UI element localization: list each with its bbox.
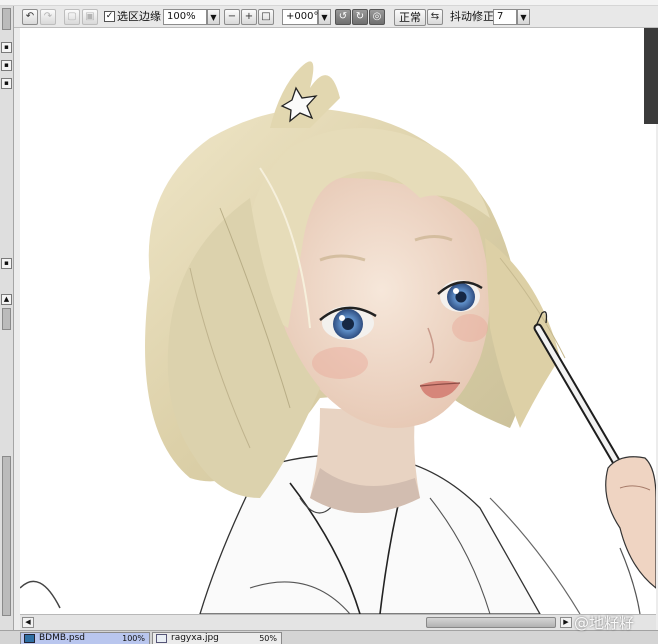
chevron-down-icon[interactable]: ▼: [318, 9, 331, 25]
canvas-artwork: [20, 61, 656, 614]
panel-button[interactable]: ▪: [1, 258, 12, 269]
chevron-down-icon[interactable]: ▼: [517, 9, 530, 25]
undo-icon[interactable]: ↶: [22, 9, 38, 25]
panel-scroll-thumb[interactable]: [2, 308, 11, 330]
tab-filename: ragyxa.jpg: [171, 633, 219, 643]
drawing-canvas[interactable]: [20, 28, 656, 614]
invert-selection-icon[interactable]: ▣: [82, 9, 98, 25]
panel-scroll-thumb[interactable]: [2, 8, 11, 30]
scroll-left-icon[interactable]: ◀: [22, 617, 34, 628]
blend-mode-button[interactable]: 正常: [394, 9, 426, 26]
tab-zoom: 50%: [259, 634, 277, 643]
horizontal-scrollbar[interactable]: ◀ ▶: [20, 614, 656, 630]
chevron-down-icon[interactable]: ▼: [207, 9, 220, 25]
panel-button[interactable]: ▪: [1, 60, 12, 71]
right-panel-edge: [644, 28, 658, 124]
selection-edge-label: 选区边缘: [117, 10, 161, 23]
tab-filename: BDMB.psd: [39, 633, 86, 643]
panel-button[interactable]: ▪: [1, 78, 12, 89]
document-tab-bar: BDMB.psd 100% ragyxa.jpg 50%: [0, 630, 658, 644]
rotation-select[interactable]: +000°: [282, 9, 318, 25]
rotate-left-icon[interactable]: ↺: [335, 9, 351, 25]
zoom-fit-icon[interactable]: □: [258, 9, 274, 25]
flip-horizontal-icon[interactable]: ⇆: [427, 9, 443, 25]
canvas-toolbar: ↶ ↷ ▢ ▣ ✓ 选区边缘 100% ▼ − + □ +000° ▼ ↺ ↻ …: [0, 6, 658, 28]
scroll-right-icon[interactable]: ▶: [560, 617, 572, 628]
tab-zoom: 100%: [122, 634, 145, 643]
plus-icon[interactable]: +: [241, 9, 257, 25]
panel-scroll-thumb[interactable]: [2, 456, 11, 616]
scroll-thumb[interactable]: [426, 617, 556, 628]
rotate-right-icon[interactable]: ↻: [352, 9, 368, 25]
document-tab[interactable]: ragyxa.jpg 50%: [152, 632, 282, 644]
deselect-icon[interactable]: ▢: [64, 9, 80, 25]
rotate-reset-icon[interactable]: ◎: [369, 9, 385, 25]
left-tool-panel: ▪ ▪ ▪ ▪ ▲: [0, 6, 14, 644]
stabilizer-select[interactable]: 7: [493, 9, 517, 25]
document-tab[interactable]: BDMB.psd 100%: [20, 632, 150, 644]
stabilizer-label: 抖动修正: [450, 10, 494, 23]
weibo-watermark: @地籽籽: [574, 614, 635, 632]
panel-button[interactable]: ▪: [1, 42, 12, 53]
jpg-file-icon: [156, 634, 167, 643]
redo-icon[interactable]: ↷: [40, 9, 56, 25]
selection-edge-checkbox[interactable]: ✓: [104, 11, 115, 22]
minus-icon[interactable]: −: [224, 9, 240, 25]
psd-file-icon: [24, 634, 35, 643]
scroll-up-icon[interactable]: ▲: [1, 294, 12, 305]
zoom-select[interactable]: 100%: [163, 9, 207, 25]
